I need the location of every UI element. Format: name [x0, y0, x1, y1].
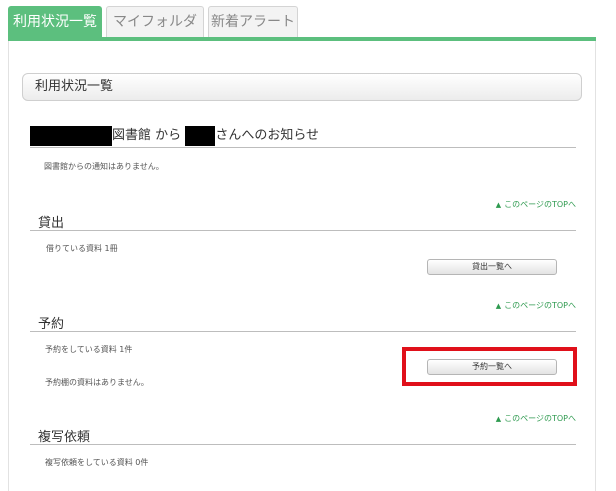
notice-title-library: 図書館	[112, 128, 152, 143]
page-top-link[interactable]: ▲ このページのTOPへ	[496, 300, 576, 311]
highlight-box	[402, 347, 577, 386]
tab-usage-list[interactable]: 利用状況一覧	[8, 6, 102, 38]
reservations-count: 予約をしている資料 1件	[45, 345, 133, 354]
triangle-up-icon: ▲	[495, 415, 502, 423]
page-top-link[interactable]: ▲ このページのTOPへ	[496, 199, 576, 210]
divider	[30, 147, 576, 148]
triangle-up-icon: ▲	[495, 201, 502, 209]
divider	[30, 331, 576, 332]
divider	[30, 230, 576, 231]
triangle-up-icon: ▲	[495, 302, 502, 310]
reservations-title: 予約	[38, 317, 65, 332]
notice-title-from: から	[155, 128, 182, 143]
reservations-shelf-status: 予約棚の資料はありません。	[45, 378, 149, 387]
page-top-link-label: このページのTOPへ	[504, 301, 576, 310]
copy-requests-title: 複写依頼	[38, 430, 91, 445]
redacted-user-name	[185, 125, 216, 146]
notice-title-suffix: さんへのお知らせ	[215, 128, 320, 143]
notice-message: 図書館からの通知はありません。	[44, 162, 164, 171]
tab-my-folder[interactable]: マイフォルダ	[106, 6, 204, 38]
tab-new-alerts[interactable]: 新着アラート	[208, 6, 298, 38]
notice-title: 図書館 から さんへのお知らせ	[30, 124, 319, 146]
loans-count: 借りている資料 1冊	[46, 244, 118, 253]
page-top-link-label: このページのTOPへ	[504, 200, 576, 209]
loans-title: 貸出	[38, 216, 65, 231]
divider	[30, 444, 576, 445]
loans-list-button[interactable]: 貸出一覧へ	[427, 259, 557, 275]
page-top-link[interactable]: ▲ このページのTOPへ	[496, 413, 576, 424]
page-title: 利用状況一覧	[22, 73, 582, 101]
redacted-library-name	[30, 125, 112, 146]
copy-requests-count: 複写依頼をしている資料 0件	[45, 458, 149, 467]
page-top-link-label: このページのTOPへ	[504, 414, 576, 423]
